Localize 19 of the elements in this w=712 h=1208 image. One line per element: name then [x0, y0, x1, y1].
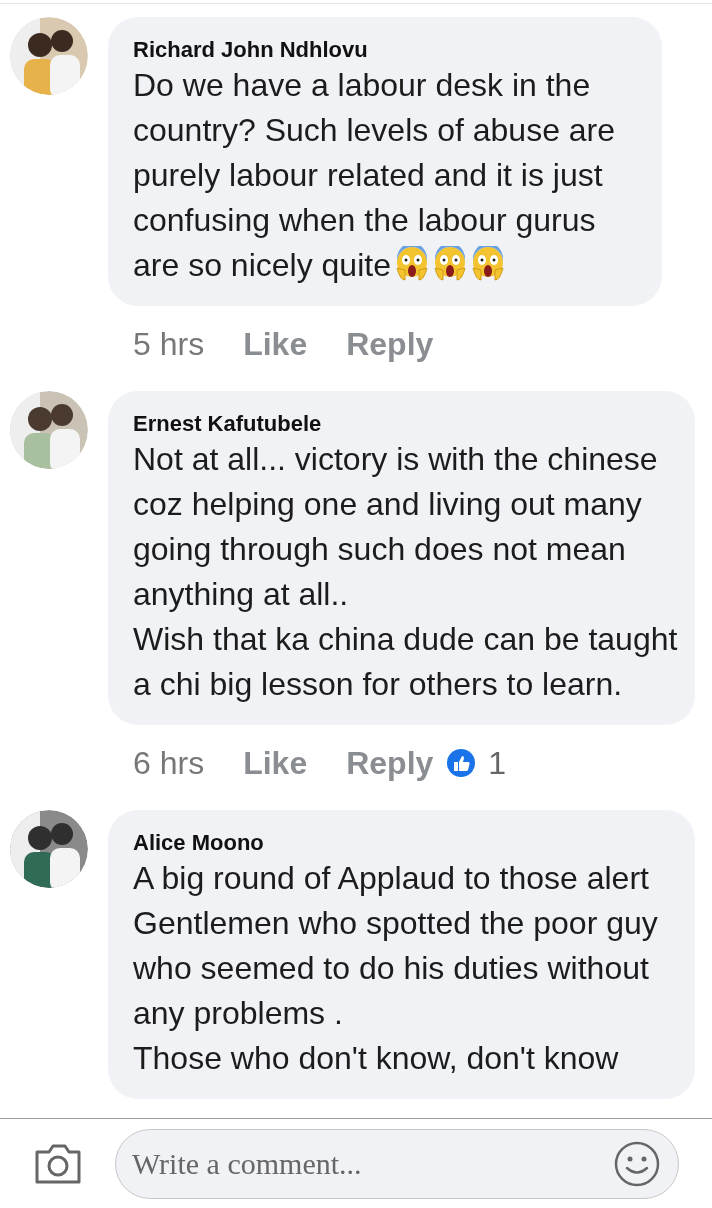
comment-field[interactable]: Write a comment... — [115, 1128, 679, 1199]
action-link[interactable]: Reply — [346, 738, 434, 787]
action-link[interactable]: Reply — [346, 319, 434, 368]
like-count: 1 — [488, 743, 507, 783]
timestamp: 6 hrs — [133, 743, 205, 783]
scream-emoji-icon — [394, 246, 429, 282]
scream-emoji-icon — [432, 246, 467, 282]
timestamp: 5 hrs — [133, 324, 205, 364]
emoji-icon[interactable] — [613, 1139, 661, 1188]
scream-emoji-icon — [470, 246, 505, 282]
like-icon — [446, 747, 477, 778]
comment-text: A big round of Applaud to those alert Gentlemen who spotted the poor guy who seemed to do his duties without any problems . Those who don't know, don't know — [133, 859, 659, 1078]
author-name[interactable]: Alice Moono — [133, 830, 683, 856]
action-link[interactable]: Like — [243, 319, 308, 368]
comment-text: Do we have a labour desk in the country? Such levels of abuse are purely labour related and it is just confusing when the labour gurus are so nicely quite — [133, 66, 617, 285]
author-name[interactable]: Richard John Ndhlovu — [133, 37, 650, 63]
author-name[interactable]: Ernest Kafutubele — [133, 411, 683, 437]
comment-text: Not at all... victory is with the chinese coz helping one and living out many going through such does not mean anything at all.. Wish that ka china dude can be taught a chi big lesson for others to learn. — [133, 440, 679, 704]
action-link[interactable]: Like — [243, 738, 308, 787]
